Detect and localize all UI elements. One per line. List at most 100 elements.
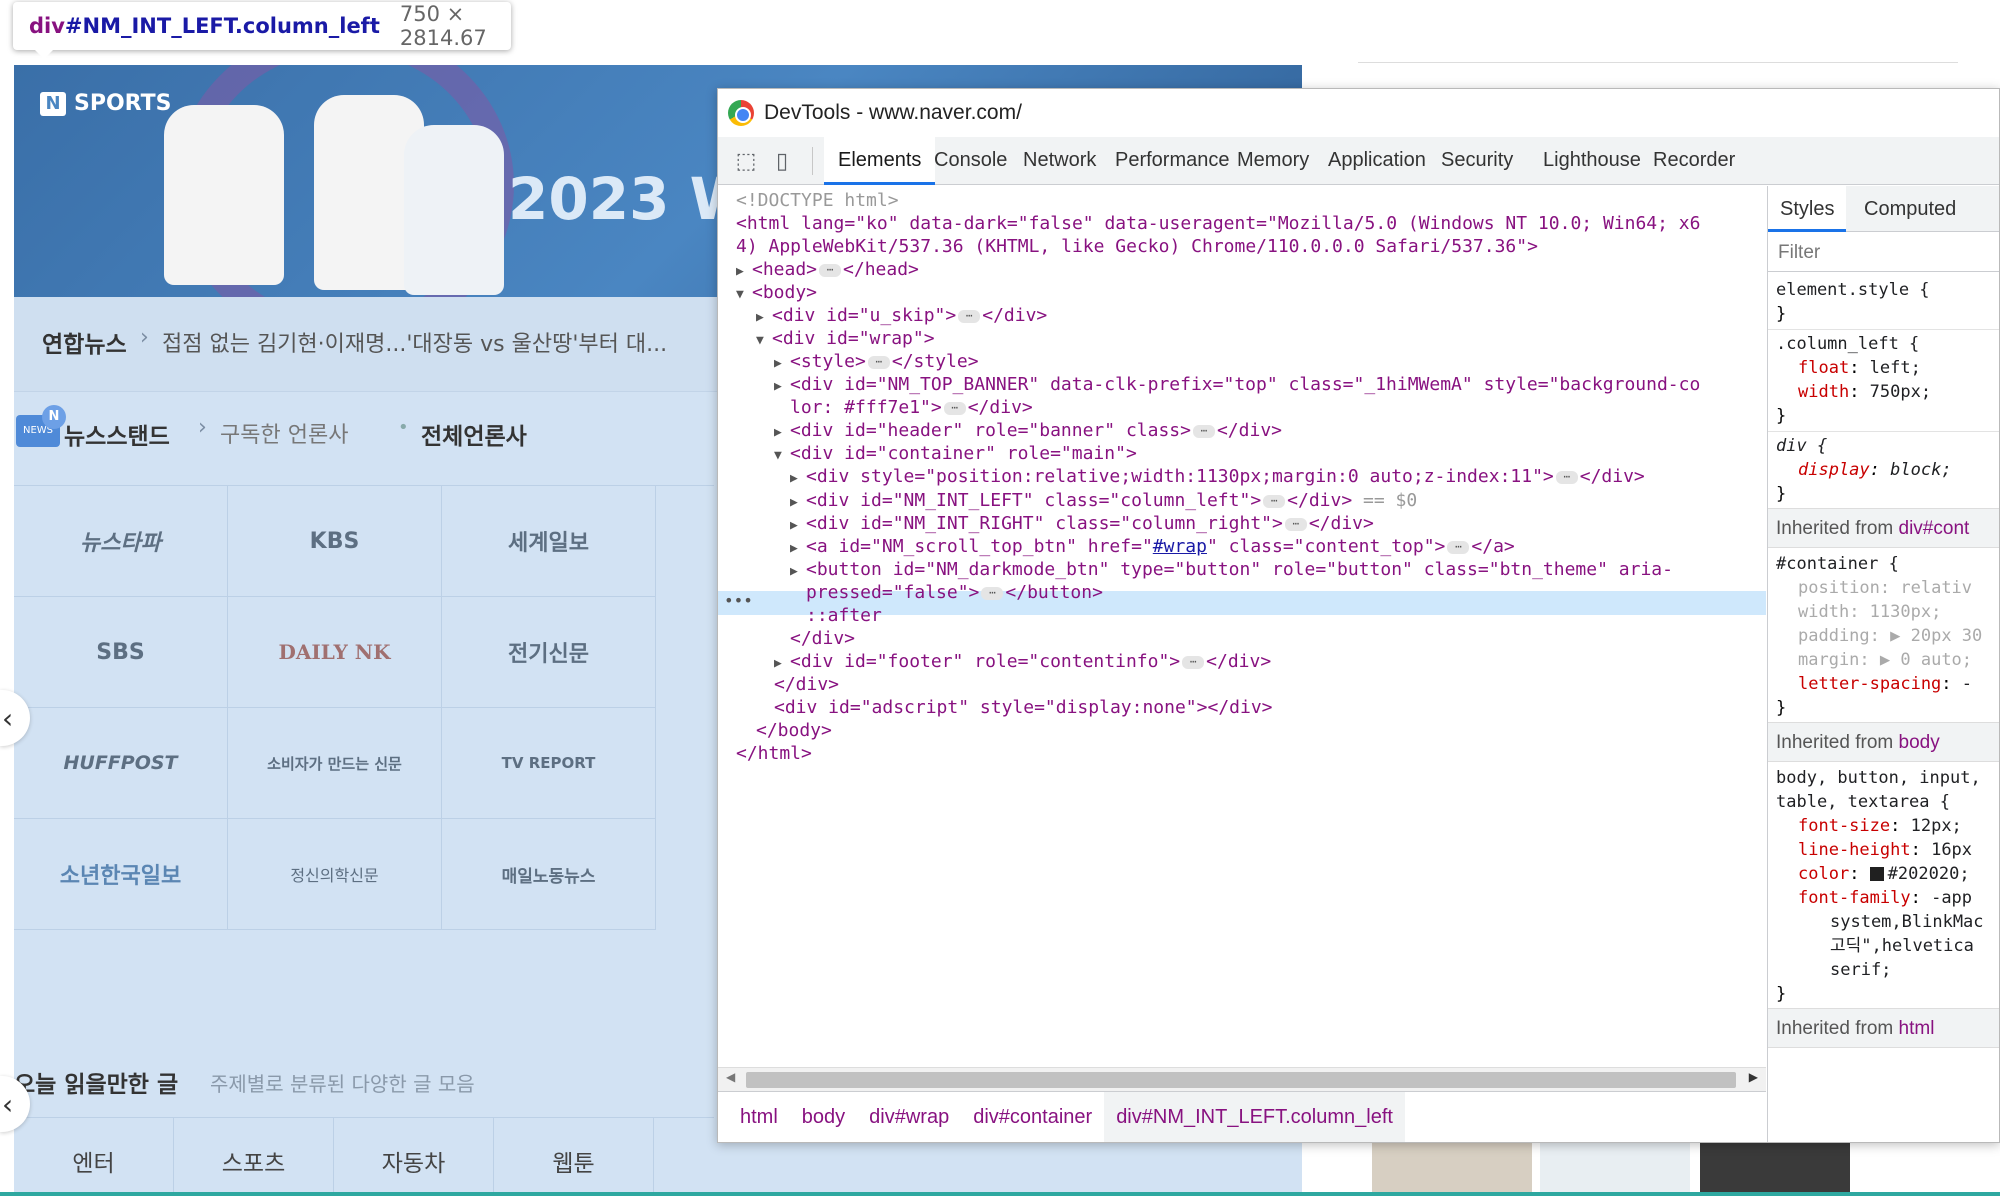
href-link[interactable]: #wrap — [1153, 536, 1207, 557]
inherited-header: Inherited from html — [1768, 1008, 1999, 1048]
dom-node[interactable]: ▶ <div id="header" role="banner" class> ⋯ <… — [774, 420, 1282, 442]
expand-triangle-icon[interactable]: ▶ — [790, 492, 806, 514]
subscribed-press-tab[interactable]: 구독한 언론사 — [220, 417, 348, 449]
expand-triangle-icon[interactable]: ▶ — [790, 561, 806, 583]
dom-node[interactable]: ▶ <div id="NM_TOP_BANNER" data-clk-prefix… — [774, 374, 1700, 396]
tab-application[interactable]: Application — [1314, 137, 1440, 184]
expand-triangle-icon[interactable]: ▶ — [774, 353, 790, 375]
dom-node[interactable]: ▶ <head> ⋯ </head> — [736, 259, 919, 281]
tab-entertainment[interactable]: 엔터 — [14, 1118, 174, 1196]
css-property-inactive[interactable]: padding: ▶ 20px 30 — [1798, 624, 1982, 648]
css-property-inactive[interactable]: position: relativ — [1798, 576, 1972, 600]
rule-selector: table, textarea { — [1776, 792, 1950, 812]
scroll-right-icon[interactable]: ▶ — [1749, 1070, 1758, 1084]
tab-recorder[interactable]: Recorder — [1639, 137, 1749, 184]
tab-network[interactable]: Network — [1009, 137, 1110, 184]
dom-node-selected[interactable]: ▶ <div id="NM_INT_LEFT" class="column_lef… — [790, 490, 1417, 512]
expand-triangle-icon[interactable]: ▶ — [790, 515, 806, 537]
css-property-inactive[interactable]: margin: ▶ 0 auto; — [1798, 648, 1972, 672]
headline-link[interactable]: 접점 없는 김기현·이재명...'대장동 vs 울산땅'부터 대... — [162, 326, 667, 358]
expand-triangle-icon[interactable]: ▶ — [790, 468, 806, 490]
dom-node[interactable]: ▶ <div id="footer" role="contentinfo"> ⋯ </… — [774, 651, 1271, 673]
css-property[interactable]: width: 750px; — [1798, 380, 1931, 404]
horizontal-scrollbar[interactable]: ◀ ▶ — [718, 1067, 1766, 1091]
breadcrumb-container[interactable]: div#container — [961, 1092, 1104, 1142]
page-thumbnail — [1700, 1136, 1850, 1196]
inspect-element-icon[interactable]: ⬚ — [732, 147, 760, 175]
css-property-inactive[interactable]: width: 1130px; — [1798, 600, 1941, 624]
all-press-tab[interactable]: 전체언론사 — [421, 417, 527, 451]
dom-pseudo-element[interactable]: ::after — [806, 605, 882, 627]
expand-triangle-icon[interactable]: ▶ — [790, 538, 806, 560]
expand-triangle-icon[interactable]: ▶ — [736, 261, 752, 283]
press-logo[interactable]: TV REPORT — [442, 708, 656, 819]
press-logo[interactable]: 정신의학신문 — [228, 819, 442, 930]
css-property[interactable]: letter-spacing: - — [1798, 672, 1972, 696]
scrollbar-thumb[interactable] — [746, 1072, 1736, 1088]
collapse-triangle-icon[interactable]: ▼ — [756, 330, 772, 352]
press-logo[interactable]: 세계일보 — [442, 486, 656, 597]
press-logo[interactable]: 전기신문 — [442, 597, 656, 708]
elements-panel: ••• <!DOCTYPE html> <html lang="ko" data… — [718, 186, 1766, 1068]
tab-console[interactable]: Console — [920, 137, 1021, 184]
dom-node[interactable]: <html lang="ko" data-dark="false" data-u… — [736, 213, 1701, 235]
dom-node[interactable]: ▶ <div id="u_skip"> ⋯ </div> — [756, 305, 1047, 327]
dom-node[interactable]: ▶ <div id="NM_INT_RIGHT" class="column_ri… — [790, 513, 1374, 535]
css-property[interactable]: font-family: -app — [1798, 886, 1972, 910]
tab-security[interactable]: Security — [1427, 137, 1527, 184]
chevron-right-icon: › — [140, 325, 149, 350]
devtools-titlebar[interactable]: DevTools - www.naver.com/ — [718, 89, 1999, 137]
tab-computed[interactable]: Computed — [1852, 186, 1968, 232]
color-swatch-icon[interactable] — [1869, 867, 1884, 881]
more-options-icon[interactable]: ••• — [724, 591, 753, 610]
device-toolbar-icon[interactable]: ▯ — [768, 147, 796, 175]
css-property[interactable]: float: left; — [1798, 356, 1921, 380]
tab-lighthouse[interactable]: Lighthouse — [1529, 137, 1655, 184]
dom-node[interactable]: ▼ <div id="wrap"> — [756, 328, 935, 350]
page-bottom-accent — [0, 1192, 2000, 1196]
scroll-left-icon[interactable]: ◀ — [726, 1070, 735, 1084]
new-badge-icon: N — [42, 405, 66, 429]
press-logo[interactable]: 뉴스타파 — [14, 486, 228, 597]
tab-webtoon[interactable]: 웹툰 — [494, 1118, 654, 1196]
press-logo[interactable]: SBS — [14, 597, 228, 708]
newsstand-title[interactable]: 뉴스스탠드 — [64, 417, 170, 451]
css-property[interactable]: line-height: 16px — [1798, 838, 1972, 862]
tab-elements[interactable]: Elements — [824, 137, 936, 185]
expand-triangle-icon[interactable]: ▶ — [774, 376, 790, 398]
press-logo[interactable]: 소비자가 만드는 신문 — [228, 708, 442, 819]
tab-memory[interactable]: Memory — [1223, 137, 1323, 184]
dom-node[interactable]: ▼ <div id="container" role="main"> — [774, 443, 1137, 465]
expand-triangle-icon[interactable]: ▶ — [774, 653, 790, 675]
breadcrumb-body[interactable]: body — [790, 1092, 857, 1142]
dom-node[interactable]: ▶ <button id="NM_darkmode_btn" type="butt… — [790, 559, 1673, 581]
collapse-triangle-icon[interactable]: ▼ — [774, 445, 790, 467]
dom-node-close: </div> — [774, 674, 840, 695]
dom-node[interactable]: <!DOCTYPE html> — [736, 190, 899, 212]
dom-node[interactable]: <div id="adscript" style="display:none">… — [774, 697, 1273, 719]
dom-node[interactable]: ▶ <a id="NM_scroll_top_btn" href="#wrap" … — [790, 536, 1515, 558]
breadcrumb-wrap[interactable]: div#wrap — [857, 1092, 961, 1142]
devtools-tabbar: ⬚ ▯ Elements Console Network Performance… — [718, 137, 1999, 185]
rule-close: } — [1776, 484, 1787, 504]
press-logo[interactable]: KBS — [228, 486, 442, 597]
headline-source[interactable]: 연합뉴스 — [42, 325, 127, 359]
dom-node[interactable]: ▼ <body> — [736, 282, 817, 304]
tab-sports[interactable]: 스포츠 — [174, 1118, 334, 1196]
tab-autos[interactable]: 자동차 — [334, 1118, 494, 1196]
expand-triangle-icon[interactable]: ▶ — [774, 422, 790, 444]
tab-styles[interactable]: Styles — [1768, 186, 1847, 232]
expand-triangle-icon[interactable]: ▶ — [756, 307, 772, 329]
press-logo[interactable]: DAILY NK — [228, 597, 442, 708]
collapse-triangle-icon[interactable]: ▼ — [736, 284, 752, 306]
breadcrumb-current[interactable]: div#NM_INT_LEFT.column_left — [1104, 1091, 1405, 1142]
press-logo[interactable]: 소년한국일보 — [14, 819, 228, 930]
dom-node[interactable]: ▶ <div style="position:relative;width:113… — [790, 466, 1645, 488]
styles-filter-input[interactable]: Filter — [1768, 232, 1999, 272]
press-logo[interactable]: HUFFPOST — [14, 708, 228, 819]
css-property[interactable]: color: #202020; — [1798, 862, 1970, 886]
breadcrumb-html[interactable]: html — [728, 1092, 790, 1142]
press-logo[interactable]: 매일노동뉴스 — [442, 819, 656, 930]
dom-node[interactable]: ▶ <style> ⋯ </style> — [774, 351, 979, 373]
css-property[interactable]: font-size: 12px; — [1798, 814, 1962, 838]
